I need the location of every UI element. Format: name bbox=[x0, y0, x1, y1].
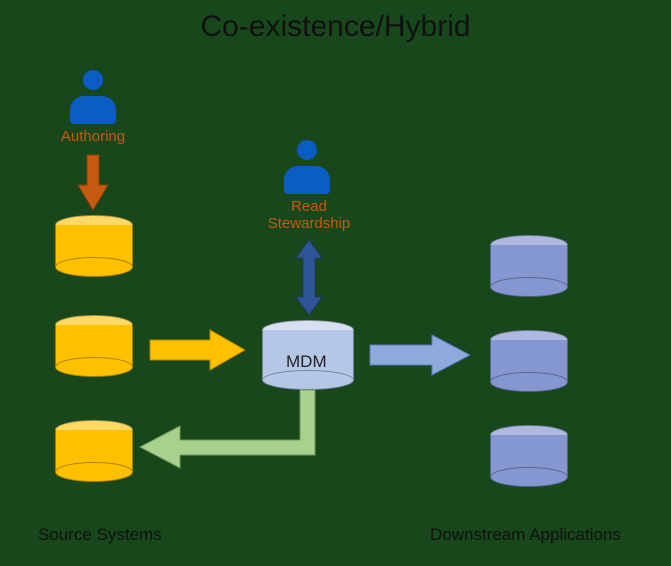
arrow-mdm-to-downstream bbox=[370, 335, 470, 375]
arrow-mdm-feedback bbox=[140, 390, 315, 470]
downstream-label: Downstream Applications bbox=[430, 525, 621, 545]
arrow-source-to-mdm bbox=[150, 330, 245, 370]
authoring-user-icon bbox=[70, 70, 116, 124]
read-stewardship-label: Read Stewardship bbox=[266, 198, 352, 233]
downstream-cylinder-3 bbox=[490, 425, 568, 487]
authoring-label: Authoring bbox=[58, 128, 128, 145]
downstream-cylinder-2 bbox=[490, 330, 568, 392]
source-systems-label: Source Systems bbox=[38, 525, 162, 545]
source-cylinder-2 bbox=[55, 315, 133, 377]
arrow-authoring-down bbox=[78, 155, 108, 210]
downstream-cylinder-1 bbox=[490, 235, 568, 297]
page-title: Co-existence/Hybrid bbox=[0, 10, 671, 44]
source-cylinder-3 bbox=[55, 420, 133, 482]
source-cylinder-1 bbox=[55, 215, 133, 277]
arrow-bidir-steward-mdm bbox=[296, 240, 322, 315]
read-steward-user-icon bbox=[284, 140, 330, 194]
mdm-label: MDM bbox=[286, 352, 327, 372]
